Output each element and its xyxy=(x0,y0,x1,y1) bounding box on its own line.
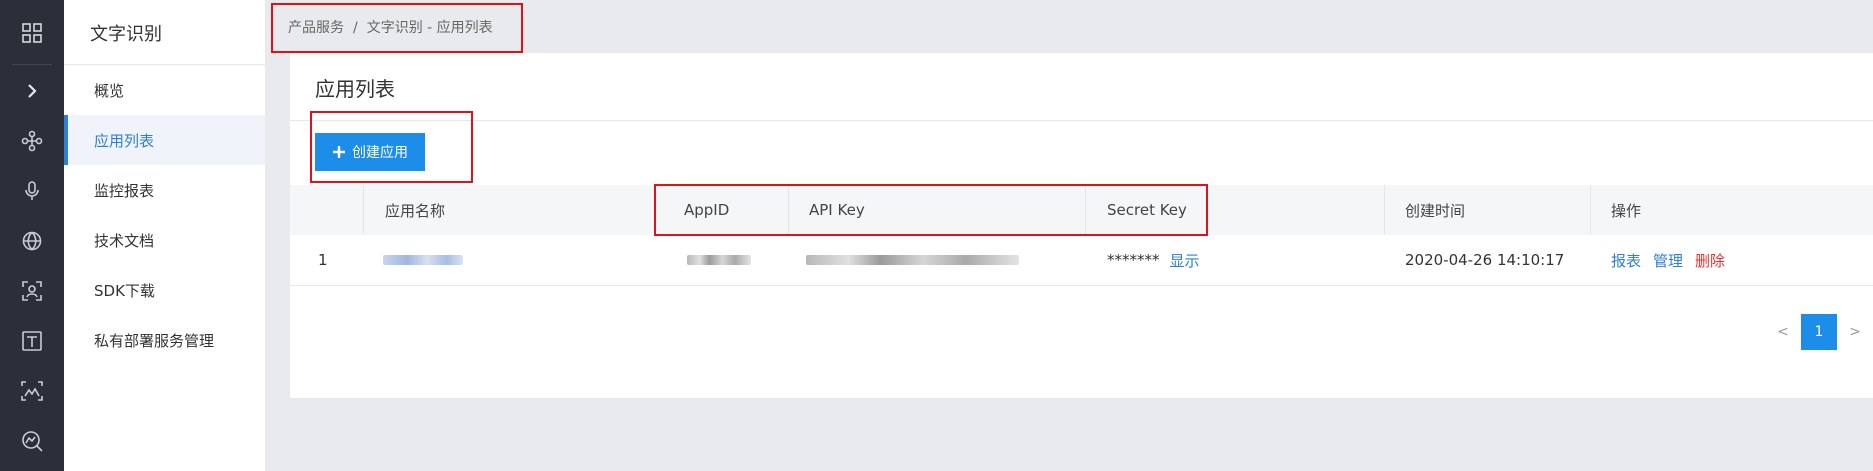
sidebar-title: 文字识别 xyxy=(90,24,162,45)
app-name-redacted xyxy=(383,235,463,285)
api-key-redacted xyxy=(806,235,1019,285)
operations-cell: 报表 管理 删除 xyxy=(1611,235,1725,285)
header-operations: 操作 xyxy=(1611,201,1642,220)
sidebar-item-private-deploy[interactable]: 私有部署服务管理 xyxy=(64,315,265,365)
breadcrumb: 产品服务 / 文字识别 - 应用列表 xyxy=(288,17,493,37)
secret-key-mask: ******* xyxy=(1107,251,1160,269)
row-index: 1 xyxy=(318,251,328,269)
sidebar-item-docs[interactable]: 技术文档 xyxy=(64,215,265,265)
table-header: 应用名称 AppID API Key Secret Key 创建时间 操作 xyxy=(290,185,1873,235)
created-time: 2020-04-26 14:10:17 xyxy=(1405,251,1565,269)
show-secret-link[interactable]: 显示 xyxy=(1170,250,1200,271)
sidebar: 文字识别 概览 应用列表 监控报表 技术文档 SDK下载 私有部署服务管理 xyxy=(64,0,265,471)
chevron-right-icon[interactable] xyxy=(0,66,64,116)
page-title: 应用列表 xyxy=(315,77,395,101)
redacted-text xyxy=(383,255,463,265)
header-created-time: 创建时间 xyxy=(1405,201,1466,220)
image-search-icon[interactable] xyxy=(0,416,64,466)
grid-icon[interactable] xyxy=(0,8,64,58)
sidebar-item-monitoring[interactable]: 监控报表 xyxy=(64,165,265,215)
table-row: 1 ******* 显示 2020-04-26 14:10:17 报表 管理 删… xyxy=(290,235,1873,286)
face-scan-icon[interactable] xyxy=(0,266,64,316)
create-app-button[interactable]: 创建应用 xyxy=(315,133,425,171)
rail-divider xyxy=(12,64,52,65)
redacted-text xyxy=(806,255,1019,265)
sidebar-item-overview[interactable]: 概览 xyxy=(64,65,265,115)
breadcrumb-root[interactable]: 产品服务 xyxy=(288,20,344,36)
column-divider xyxy=(1590,185,1591,235)
nodes-icon[interactable] xyxy=(0,116,64,166)
breadcrumb-separator: / xyxy=(353,20,358,36)
header-appid: AppID xyxy=(684,201,730,219)
manage-link[interactable]: 管理 xyxy=(1653,250,1683,271)
pagination: < 1 > xyxy=(1765,313,1873,351)
header-api-key: API Key xyxy=(809,201,865,219)
header-secret-key: Secret Key xyxy=(1107,201,1187,219)
breadcrumb-current: 文字识别 - 应用列表 xyxy=(366,20,493,36)
title-divider xyxy=(290,120,1873,121)
column-divider xyxy=(788,185,789,235)
plus-icon xyxy=(333,146,345,158)
page-1-button[interactable]: 1 xyxy=(1801,314,1837,350)
report-link[interactable]: 报表 xyxy=(1611,250,1641,271)
globe-icon[interactable] xyxy=(0,216,64,266)
secret-key-cell: ******* 显示 xyxy=(1107,235,1200,285)
image-scan-icon[interactable] xyxy=(0,366,64,416)
delete-link[interactable]: 删除 xyxy=(1695,250,1725,271)
appid-redacted xyxy=(687,235,751,285)
column-divider xyxy=(1085,185,1086,235)
column-divider xyxy=(363,185,364,235)
sidebar-item-sdk-download[interactable]: SDK下载 xyxy=(64,265,265,315)
redacted-text xyxy=(687,255,751,265)
sidebar-item-app-list[interactable]: 应用列表 xyxy=(64,115,265,165)
header-app-name: 应用名称 xyxy=(385,201,446,220)
prev-page-button[interactable]: < xyxy=(1765,324,1801,340)
column-divider xyxy=(1384,185,1385,235)
text-t-icon[interactable] xyxy=(0,316,64,366)
create-app-label: 创建应用 xyxy=(352,145,408,161)
microphone-icon[interactable] xyxy=(0,166,64,216)
icon-rail xyxy=(0,0,64,471)
content-panel: 应用列表 创建应用 应用名称 AppID API Key Secret Key … xyxy=(290,53,1873,398)
next-page-button[interactable]: > xyxy=(1837,324,1873,340)
